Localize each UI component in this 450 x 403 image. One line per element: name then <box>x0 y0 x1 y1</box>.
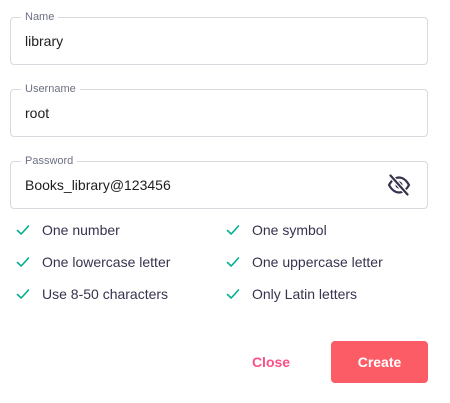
requirement-label: One number <box>42 222 120 238</box>
name-field: Name <box>10 10 428 65</box>
check-icon <box>16 289 30 299</box>
check-icon <box>16 257 30 267</box>
requirement-item: One lowercase letter <box>16 252 170 272</box>
requirement-label: One symbol <box>252 222 327 238</box>
username-field: Username <box>10 82 428 137</box>
requirement-label: Use 8-50 characters <box>42 286 169 302</box>
password-field: Password <box>10 154 428 209</box>
requirement-item: Only Latin letters <box>226 284 357 304</box>
requirement-item: One uppercase letter <box>226 252 383 272</box>
password-input[interactable] <box>25 162 385 208</box>
requirement-item: One number <box>16 220 120 240</box>
name-input[interactable] <box>25 18 385 64</box>
requirement-item: Use 8-50 characters <box>16 284 168 304</box>
requirement-item: One symbol <box>226 220 327 240</box>
requirement-label: One uppercase letter <box>252 254 383 270</box>
username-input[interactable] <box>25 90 385 136</box>
check-icon <box>226 257 240 267</box>
check-icon <box>16 225 30 235</box>
requirement-label: One lowercase letter <box>42 254 171 270</box>
create-button[interactable]: Create <box>331 341 428 383</box>
close-button[interactable]: Close <box>238 341 304 383</box>
requirement-label: Only Latin letters <box>252 286 358 302</box>
eye-slash-icon[interactable] <box>387 174 411 196</box>
check-icon <box>226 289 240 299</box>
check-icon <box>226 225 240 235</box>
